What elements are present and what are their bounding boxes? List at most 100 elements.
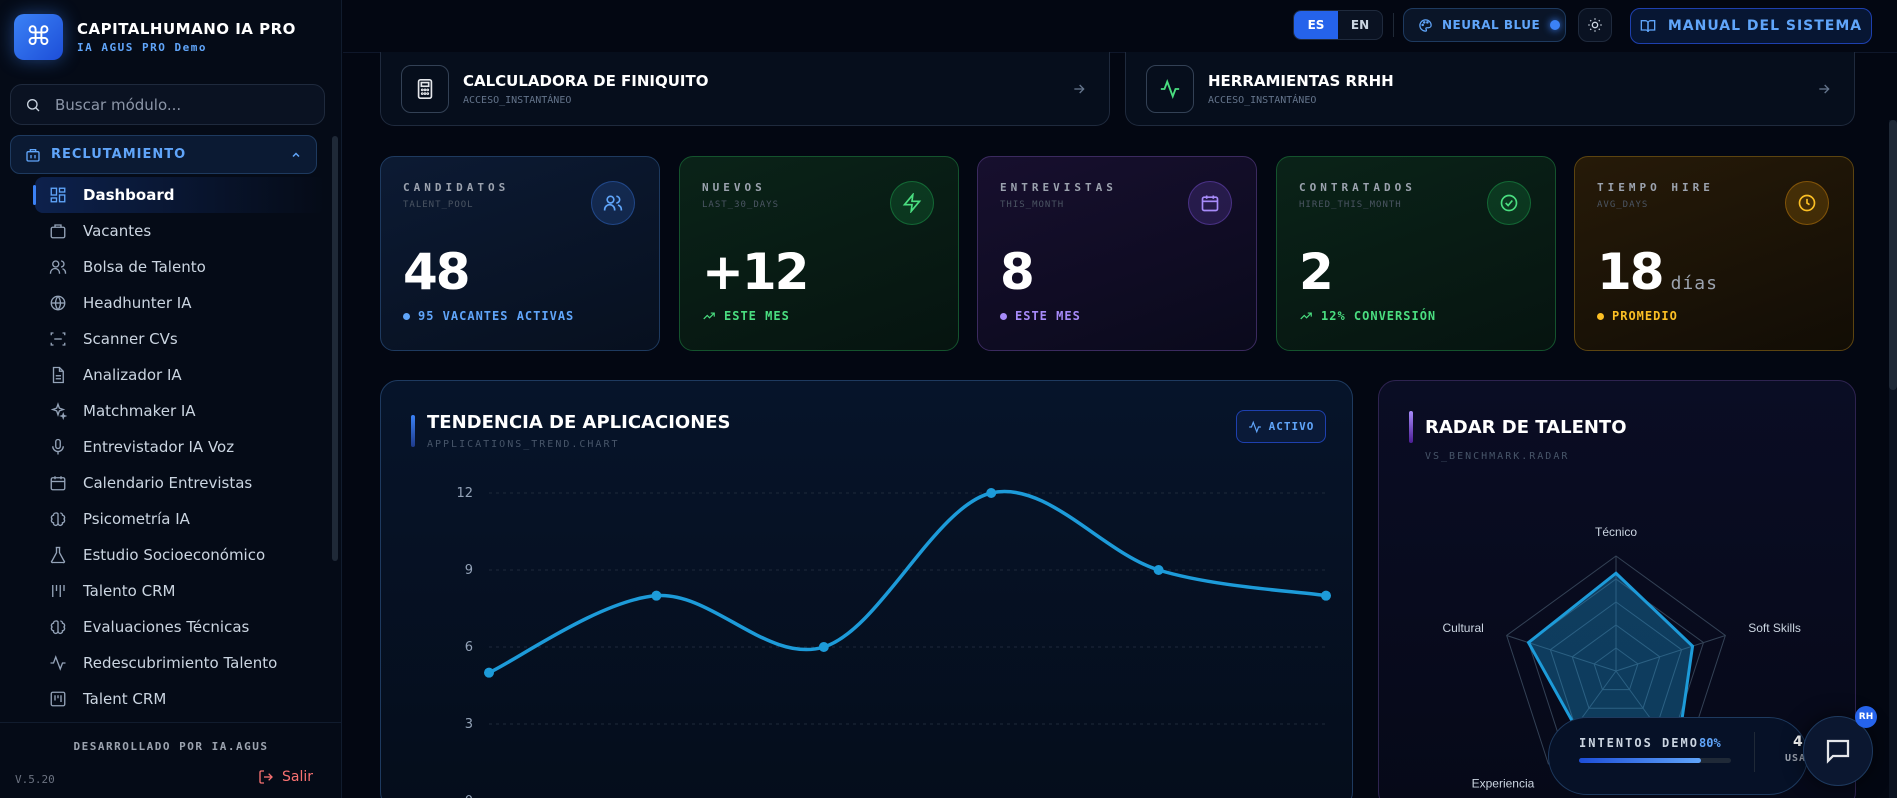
y-tick-label: 9 (465, 563, 473, 578)
stat-footer: ESTE MES (702, 309, 790, 323)
lang-es-button[interactable]: ES (1294, 11, 1338, 39)
data-point[interactable] (484, 667, 494, 678)
users-icon (49, 260, 67, 274)
sidebar: ⌘ CAPITALHUMANO IA PRO IA AGUS PRO Demo … (0, 0, 342, 798)
activity-icon (1146, 64, 1194, 113)
zap-icon (890, 181, 934, 225)
search-icon (27, 98, 40, 111)
document-icon (52, 366, 64, 384)
trending-up-icon (1300, 312, 1312, 320)
arrow-right-icon (1819, 84, 1830, 93)
sidebar-item-matchmaker-ia[interactable]: Matchmaker IA (35, 393, 325, 429)
section-reclutamiento-toggle[interactable]: RECLUTAMIENTO (10, 135, 317, 174)
activity-icon (1248, 420, 1261, 433)
search-input[interactable] (55, 95, 305, 114)
module-search[interactable] (10, 84, 325, 125)
bullet-dot (1000, 312, 1007, 320)
sidebar-item-calendario-entrevistas[interactable]: Calendario Entrevistas (35, 465, 325, 501)
calculator-icon (401, 64, 449, 113)
stat-footer: PROMEDIO (1597, 309, 1678, 323)
theme-selector[interactable]: NEURAL BLUE (1403, 8, 1566, 42)
sidebar-item-talento-crm[interactable]: Talento CRM (35, 573, 325, 609)
language-switch: ES EN (1293, 10, 1383, 40)
sidebar-item-headhunter-ia[interactable]: Headhunter IA (35, 285, 325, 321)
data-point[interactable] (818, 642, 829, 652)
stat-card-candidatos: CANDIDATOS TALENT_POOL 48 95 VACANTES AC… (380, 156, 660, 351)
sidebar-item-label: Headhunter IA (83, 294, 192, 312)
data-point[interactable] (651, 590, 662, 601)
sidebar-scrollbar[interactable] (332, 136, 338, 561)
sidebar-item-talent-crm[interactable]: Talent CRM (35, 681, 325, 717)
calendar-icon (50, 476, 66, 491)
lang-en-button[interactable]: EN (1338, 11, 1382, 39)
active-badge[interactable]: ACTIVO (1236, 410, 1326, 443)
logout-button[interactable]: Salir (258, 769, 313, 785)
stat-footer: 95 VACANTES ACTIVAS (403, 309, 574, 323)
quick-card-subtitle: ACCESO_INSTANTÁNEO (1208, 94, 1317, 106)
sidebar-item-estudio-socioeconomico[interactable]: Estudio Socioeconómico (35, 537, 325, 573)
stat-card-nuevos: NUEVOS LAST_30_DAYS +12 ESTE MES (679, 156, 959, 351)
arrow-right-icon (1074, 84, 1085, 93)
accent-bar (1409, 411, 1413, 443)
command-logo-icon: ⌘ (14, 14, 63, 60)
quick-card-title: CALCULADORA DE FINIQUITO (463, 71, 709, 90)
sidebar-item-label: Evaluaciones Técnicas (83, 618, 250, 636)
stat-footer: 12% CONVERSIÓN (1299, 309, 1436, 323)
radar-axis-label: Técnico (1595, 525, 1637, 539)
sidebar-item-bolsa-de-talento[interactable]: Bolsa de Talento (35, 249, 325, 285)
trend-chart-panel: 0 3 6 9 12 TENDENCIA DE APLICACIONES APPLICA… (380, 380, 1353, 798)
brand-title: CAPITALHUMANO IA PRO (77, 20, 296, 38)
stat-card-entrevistas: ENTREVISTAS THIS_MONTH 8 ESTE MES (977, 156, 1257, 351)
trend-series-line (488, 489, 1327, 675)
sidebar-item-analizador-ia[interactable]: Analizador IA (35, 357, 325, 393)
usage-progress-bar (1579, 758, 1731, 763)
quick-card-herramientas[interactable]: HERRAMIENTAS RRHH ACCESO_INSTANTÁNEO (1125, 52, 1855, 126)
sidebar-item-dashboard[interactable]: Dashboard (33, 177, 325, 213)
version-label: V.5.20 (15, 773, 55, 786)
manual-label: MANUAL DEL SISTEMA (1667, 18, 1863, 34)
data-point[interactable] (986, 488, 997, 498)
y-tick-label: 0 (465, 794, 473, 798)
clock-icon (1785, 181, 1829, 225)
usage-percent: 80% (1699, 736, 1721, 750)
usage-count: 4 (1793, 734, 1803, 750)
data-point[interactable] (1153, 565, 1164, 575)
page-scrollbar[interactable] (1889, 120, 1897, 798)
scrollbar-thumb[interactable] (1889, 120, 1897, 390)
bullet-dot (403, 312, 410, 320)
developer-credit: DESARROLLADO POR IA.AGUS (73, 740, 269, 753)
system-manual-button[interactable]: MANUAL DEL SISTEMA (1630, 8, 1872, 44)
sidebar-item-label: Calendario Entrevistas (83, 474, 253, 492)
stat-card-contratados: CONTRATADOS HIRED_THIS_MONTH 2 12% CONVE… (1276, 156, 1556, 351)
quick-card-subtitle: ACCESO_INSTANTÁNEO (463, 94, 572, 106)
sidebar-item-evaluaciones-tecnicas[interactable]: Evaluaciones Técnicas (35, 609, 325, 645)
kanban-icon (50, 691, 66, 707)
trending-up-icon (703, 312, 715, 320)
sidebar-item-entrevistador-ia-voz[interactable]: Entrevistador IA Voz (35, 429, 325, 465)
radar-axis-label: Soft Skills (1748, 621, 1801, 635)
light-mode-button[interactable] (1578, 8, 1612, 42)
logout-icon (259, 770, 273, 784)
sidebar-item-label: Psicometría IA (83, 510, 190, 528)
usage-progress-fill (1579, 758, 1701, 763)
y-tick-label: 12 (456, 486, 473, 501)
quick-card-finiquito[interactable]: CALCULADORA DE FINIQUITO ACCESO_INSTANTÁ… (380, 52, 1110, 126)
chat-icon (1826, 739, 1850, 764)
usage-label: INTENTOS DEMO (1579, 736, 1699, 750)
data-point[interactable] (1321, 590, 1331, 601)
sidebar-item-vacantes[interactable]: Vacantes (35, 213, 325, 249)
globe-icon (50, 295, 66, 311)
divider (0, 722, 342, 723)
divider (1754, 732, 1755, 772)
users-icon (591, 181, 635, 225)
sidebar-item-redescubrimiento-talento[interactable]: Redescubrimiento Talento (35, 645, 325, 681)
sidebar-item-scanner-cvs[interactable]: Scanner CVs (35, 321, 325, 357)
sidebar-nav: Dashboard Vacantes Bolsa de Talento Headhun… (33, 177, 325, 717)
radar-axis-label: Experiencia (1472, 776, 1535, 790)
book-icon (1640, 20, 1656, 33)
columns-icon (52, 585, 65, 597)
brain-icon (50, 512, 66, 527)
demo-usage-widget: INTENTOS DEMO 80% 4 USA (1548, 717, 1808, 795)
sidebar-item-psicometria-ia[interactable]: Psicometría IA (35, 501, 325, 537)
flask-icon (50, 546, 66, 564)
